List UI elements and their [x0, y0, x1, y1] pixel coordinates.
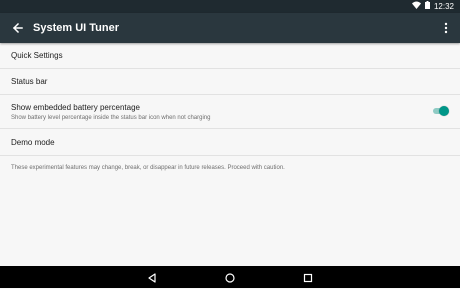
- recents-square-icon[interactable]: [302, 271, 314, 283]
- back-triangle-icon[interactable]: [146, 271, 158, 283]
- demo-mode-label: Demo mode: [11, 138, 55, 147]
- status-bar-item[interactable]: Status bar: [0, 69, 460, 95]
- clock: 12:32: [433, 2, 454, 11]
- experimental-warning: These experimental features may change, …: [11, 165, 285, 171]
- back-arrow-icon[interactable]: [10, 20, 26, 36]
- quick-settings-label: Quick Settings: [11, 51, 63, 60]
- app-bar: System UI Tuner: [0, 13, 460, 43]
- navigation-bar: [0, 266, 460, 288]
- settings-list: Quick Settings Status bar Show embedded …: [0, 43, 460, 156]
- battery-percentage-summary: Show battery level percentage inside the…: [11, 115, 211, 121]
- home-circle-icon[interactable]: [224, 271, 236, 283]
- status-bar-label: Status bar: [11, 77, 48, 86]
- status-bar: 12:32: [0, 0, 460, 13]
- status-icons: 12:32: [411, 0, 454, 13]
- battery-icon: [424, 0, 430, 13]
- page-title: System UI Tuner: [33, 22, 119, 34]
- battery-percentage-title: Show embedded battery percentage: [11, 103, 140, 112]
- quick-settings-item[interactable]: Quick Settings: [0, 43, 460, 69]
- battery-percentage-switch[interactable]: [432, 106, 449, 116]
- battery-percentage-item[interactable]: Show embedded battery percentage Show ba…: [0, 95, 460, 129]
- more-vert-icon[interactable]: [442, 20, 450, 36]
- wifi-icon: [411, 0, 421, 13]
- demo-mode-item[interactable]: Demo mode: [0, 129, 460, 156]
- switch-thumb: [439, 106, 449, 116]
